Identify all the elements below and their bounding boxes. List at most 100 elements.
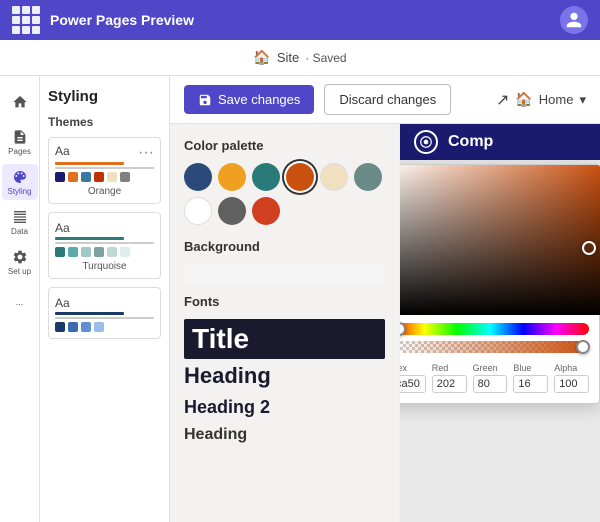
more-dots: ... bbox=[16, 297, 24, 307]
home-label: Home bbox=[539, 92, 574, 107]
alpha-label: Alpha bbox=[554, 363, 589, 373]
font-heading-preview: Heading bbox=[184, 359, 385, 393]
swatch bbox=[94, 247, 104, 257]
styling-panel: Styling Themes Aa ··· Orange bbox=[40, 76, 170, 522]
swatch bbox=[120, 247, 130, 257]
fonts-title: Fonts bbox=[184, 294, 385, 309]
red-label: Red bbox=[432, 363, 467, 373]
palette-swatch-4[interactable] bbox=[286, 163, 314, 191]
saved-status: · Saved bbox=[305, 51, 346, 65]
background-placeholder bbox=[184, 264, 385, 284]
preview-logo bbox=[414, 130, 438, 154]
swatch bbox=[94, 322, 104, 332]
swatch bbox=[120, 172, 130, 182]
blue-label: Blue bbox=[513, 363, 548, 373]
save-icon bbox=[198, 93, 212, 107]
blue-input[interactable] bbox=[513, 375, 548, 393]
color-picker-popup: Hex Red Green Blue bbox=[400, 164, 600, 404]
font-title-preview: Title bbox=[184, 319, 385, 359]
toolbar: Save changes Discard changes ↗ 🏠 Home ▾ bbox=[170, 76, 600, 124]
red-input-group: Red bbox=[432, 363, 467, 393]
save-changes-button[interactable]: Save changes bbox=[184, 85, 314, 114]
sidebar-pages-label: Pages bbox=[8, 147, 31, 156]
content-area: Save changes Discard changes ↗ 🏠 Home ▾ … bbox=[170, 76, 600, 522]
hue-slider[interactable] bbox=[400, 323, 589, 335]
swatch bbox=[81, 247, 91, 257]
palette-swatch-1[interactable] bbox=[184, 163, 212, 191]
main-layout: Pages Styling Data Set up ... Styling Th… bbox=[0, 76, 600, 522]
right-preview: Comp bbox=[400, 124, 600, 522]
swatch bbox=[81, 322, 91, 332]
font-heading3-preview: Heading bbox=[184, 422, 385, 448]
swatch bbox=[68, 247, 78, 257]
hex-label: Hex bbox=[400, 363, 426, 373]
alpha-thumb bbox=[576, 340, 590, 354]
save-label: Save changes bbox=[218, 92, 300, 107]
preview-topbar: Comp bbox=[400, 124, 600, 160]
red-input[interactable] bbox=[432, 375, 467, 393]
swatch bbox=[81, 172, 91, 182]
site-label: Site bbox=[277, 50, 299, 65]
theme-aa-label: Aa bbox=[55, 144, 70, 158]
toolbar-nav: ↗ 🏠 Home ▾ bbox=[496, 90, 586, 110]
palette-swatch-3[interactable] bbox=[252, 163, 280, 191]
theme-turquoise-card[interactable]: Aa Turquoise bbox=[48, 212, 161, 279]
alpha-input[interactable] bbox=[554, 375, 589, 393]
background-title: Background bbox=[184, 239, 385, 254]
app-title: Power Pages Preview bbox=[50, 12, 550, 28]
alpha-slider-container bbox=[400, 341, 589, 353]
sidebar-item-setup[interactable]: Set up bbox=[2, 244, 38, 280]
hex-input-group: Hex bbox=[400, 363, 426, 393]
swatch bbox=[107, 247, 117, 257]
app-grid-icon[interactable] bbox=[12, 6, 40, 34]
sidebar-setup-label: Set up bbox=[8, 267, 31, 276]
hue-slider-wrap bbox=[400, 315, 599, 339]
icon-sidebar: Pages Styling Data Set up ... bbox=[0, 76, 40, 522]
alpha-input-group: Alpha bbox=[554, 363, 589, 393]
theme-menu-icon[interactable]: ··· bbox=[138, 144, 154, 162]
palette-swatch-6[interactable] bbox=[354, 163, 382, 191]
font-heading2-preview: Heading 2 bbox=[184, 393, 385, 422]
green-input[interactable] bbox=[473, 375, 508, 393]
palette-swatch-8[interactable] bbox=[218, 197, 246, 225]
sidebar-item-home[interactable] bbox=[2, 84, 38, 120]
top-bar: Power Pages Preview bbox=[0, 0, 600, 40]
theme-orange-card[interactable]: Aa ··· Orange bbox=[48, 137, 161, 204]
left-panel: Color palette Background Fonts Titl bbox=[170, 124, 400, 522]
swatch bbox=[68, 322, 78, 332]
home-icon: 🏠 bbox=[515, 91, 532, 108]
blue-input-group: Blue bbox=[513, 363, 548, 393]
user-avatar[interactable] bbox=[560, 6, 588, 34]
sidebar-item-styling[interactable]: Styling bbox=[2, 164, 38, 200]
chevron-down-icon[interactable]: ▾ bbox=[579, 92, 586, 108]
discard-changes-button[interactable]: Discard changes bbox=[324, 84, 451, 115]
palette-swatch-2[interactable] bbox=[218, 163, 246, 191]
alpha-slider-overlay[interactable] bbox=[400, 341, 589, 353]
theme-blue-card[interactable]: Aa bbox=[48, 287, 161, 339]
sidebar-data-label: Data bbox=[11, 227, 28, 236]
sidebar-item-data[interactable]: Data bbox=[2, 204, 38, 240]
swatch bbox=[94, 172, 104, 182]
swatch bbox=[55, 322, 65, 332]
alpha-slider-wrap bbox=[400, 339, 599, 359]
theme-orange-name: Orange bbox=[55, 186, 154, 197]
theme-aa-label: Aa bbox=[55, 296, 70, 310]
sidebar-item-pages[interactable]: Pages bbox=[2, 124, 38, 160]
palette-grid bbox=[184, 163, 385, 225]
palette-swatch-5[interactable] bbox=[320, 163, 348, 191]
sidebar-item-more[interactable]: ... bbox=[2, 284, 38, 320]
color-palette-title: Color palette bbox=[184, 138, 385, 153]
hex-input[interactable] bbox=[400, 375, 426, 393]
nav-back-icon[interactable]: ↗ bbox=[496, 90, 509, 110]
green-label: Green bbox=[473, 363, 508, 373]
discard-label: Discard changes bbox=[339, 92, 436, 107]
palette-swatch-7[interactable] bbox=[184, 197, 212, 225]
styling-title: Styling bbox=[48, 88, 161, 105]
preview-company-text: Comp bbox=[448, 133, 493, 151]
swatch bbox=[55, 172, 65, 182]
themes-label: Themes bbox=[48, 115, 161, 129]
color-gradient-canvas[interactable] bbox=[400, 165, 600, 315]
breadcrumb-bar: 🏠 Site · Saved bbox=[0, 40, 600, 76]
theme-turquoise-name: Turquoise bbox=[55, 261, 154, 272]
palette-swatch-9[interactable] bbox=[252, 197, 280, 225]
